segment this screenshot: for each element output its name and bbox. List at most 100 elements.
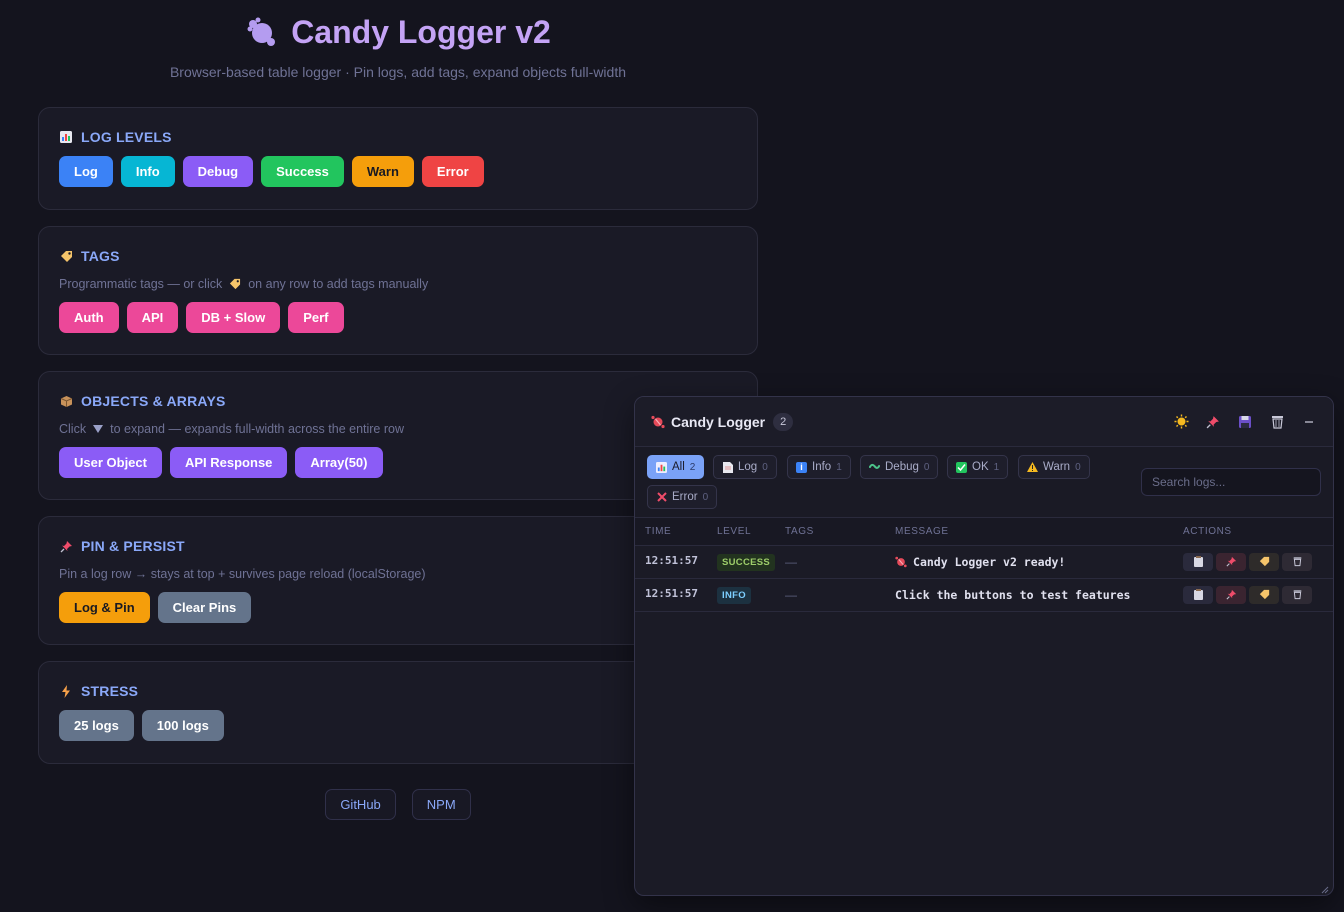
object-user-object-button[interactable]: User Object [59, 447, 162, 478]
expand-triangle-icon [90, 424, 106, 434]
pin-row-icon[interactable] [1216, 552, 1247, 571]
section-title: OBJECTS & ARRAYS [81, 393, 226, 409]
pin-log-pin-button[interactable]: Log & Pin [59, 592, 150, 623]
section-title: TAGS [81, 248, 120, 264]
delete-row-icon[interactable] [1282, 585, 1313, 604]
page-subtitle: Browser-based table logger · Pin logs, a… [169, 64, 627, 80]
level-success-button[interactable]: Success [261, 156, 344, 187]
stress-25-logs-button[interactable]: 25 logs [59, 710, 134, 741]
col-level: LEVEL [707, 518, 776, 546]
section-title: PIN & PERSIST [81, 538, 185, 554]
level-warn-button[interactable]: Warn [351, 156, 414, 187]
candy-logo-icon [245, 15, 279, 49]
filter-count: 1 [836, 461, 842, 473]
candy-icon [895, 556, 907, 568]
col-message: MESSAGE [885, 518, 1174, 546]
row-message: Candy Logger v2 ready! [885, 545, 1174, 579]
filter-label: All [672, 461, 685, 473]
tag-perf-button[interactable]: Perf [288, 302, 344, 333]
tags-heading: TAGS [59, 247, 737, 265]
resize-handle-icon[interactable] [1319, 881, 1329, 894]
row-message: Click the buttons to test features [885, 578, 1174, 612]
filter-info[interactable]: i Info 1 [787, 455, 851, 479]
save-icon[interactable] [1237, 414, 1253, 430]
cross-icon [656, 492, 667, 503]
log-count-badge: 2 [773, 412, 794, 431]
logger-toolbar [1173, 414, 1317, 430]
level-filter-bar: All 2 Log 0 i Info 1 Debug 0 OK 1 Warn 0 [635, 447, 1333, 518]
stress-100-logs-button[interactable]: 100 logs [141, 710, 224, 741]
tags-description: Programmatic tags — or click on any row … [59, 276, 737, 292]
filter-label: Debug [885, 461, 919, 473]
tag-api-button[interactable]: API [126, 302, 179, 333]
level-debug-button[interactable]: Debug [182, 156, 254, 187]
tag-row-icon[interactable] [1249, 552, 1280, 571]
filter-debug[interactable]: Debug 0 [860, 455, 939, 479]
bug-icon [869, 462, 880, 473]
logger-header[interactable]: Candy Logger 2 [635, 397, 1333, 447]
filter-count: 1 [993, 461, 1000, 473]
check-icon [956, 461, 967, 473]
pin-row-icon[interactable] [1216, 585, 1247, 604]
bar-chart-icon [656, 461, 667, 473]
desc-text: Click [59, 422, 87, 436]
object-array-50-button[interactable]: Array(50) [295, 447, 383, 478]
tag-db-slow-button[interactable]: DB + Slow [186, 302, 281, 333]
hero: Candy Logger v2 Browser-based table logg… [38, 0, 758, 81]
table-row[interactable]: 12:51:57 INFO — Click the buttons to tes… [635, 578, 1333, 612]
desc-text: to expand — expands full-width across th… [110, 422, 404, 436]
hero-title: Candy Logger v2 [38, 12, 758, 52]
level-error-button[interactable]: Error [421, 156, 484, 187]
page-icon [722, 461, 733, 473]
filter-all[interactable]: All 2 [647, 455, 705, 479]
table-row[interactable]: 12:51:57 SUCCESS — Candy Logger v2 ready… [635, 545, 1333, 579]
tag-row-icon[interactable] [1249, 585, 1280, 604]
row-time: 12:51:57 [635, 545, 707, 579]
desc-text: on any row to add tags manually [248, 277, 429, 291]
candy-icon [651, 415, 665, 429]
copy-icon[interactable] [1183, 552, 1214, 571]
row-actions [1173, 545, 1333, 579]
row-level: INFO [707, 578, 776, 612]
tag-buttons: Auth API DB + Slow Perf [59, 302, 737, 333]
log-levels-heading: LOG LEVELS [59, 128, 737, 146]
filter-label: Error [672, 491, 698, 503]
bar-chart-icon [59, 130, 73, 144]
warning-icon [1027, 462, 1038, 473]
section-title: LOG LEVELS [81, 129, 172, 145]
row-tags: — [775, 545, 886, 579]
row-level: SUCCESS [707, 545, 776, 579]
pin-clear-pins-button[interactable]: Clear Pins [157, 592, 252, 623]
level-info-button[interactable]: Info [120, 156, 175, 187]
filter-label: Warn [1043, 461, 1071, 473]
minimize-icon[interactable] [1301, 414, 1317, 430]
tags-card: TAGS Programmatic tags — or click on any… [38, 226, 758, 355]
desc-text: Programmatic tags — or click [59, 277, 223, 291]
log-table-header: TIME LEVEL TAGS MESSAGE ACTIONS [635, 518, 1333, 546]
filter-label: OK [972, 461, 989, 473]
theme-sun-icon[interactable] [1173, 414, 1189, 430]
search-input[interactable] [1141, 468, 1321, 496]
row-tags: — [775, 578, 886, 612]
filter-ok[interactable]: OK 1 [947, 455, 1009, 479]
filter-warn[interactable]: Warn 0 [1018, 455, 1090, 479]
level-log-button[interactable]: Log [59, 156, 113, 187]
tag-auth-button[interactable]: Auth [59, 302, 119, 333]
object-api-response-button[interactable]: API Response [169, 447, 288, 478]
github-link[interactable]: GitHub [325, 789, 396, 820]
lightning-icon [59, 684, 73, 698]
filter-log[interactable]: Log 0 [713, 455, 777, 479]
tag-icon [59, 249, 73, 263]
filter-count: 0 [1075, 461, 1081, 473]
clear-icon[interactable] [1269, 414, 1285, 430]
log-level-buttons: Log Info Debug Success Warn Error [59, 156, 737, 187]
row-actions [1173, 578, 1333, 612]
log-levels-card: LOG LEVELS Log Info Debug Success Warn Error [38, 107, 758, 210]
npm-link[interactable]: NPM [411, 789, 471, 820]
pin-icon[interactable] [1205, 414, 1221, 430]
filter-error[interactable]: Error 0 [647, 485, 718, 509]
filter-label: Info [812, 461, 832, 473]
copy-icon[interactable] [1183, 585, 1214, 604]
delete-row-icon[interactable] [1282, 552, 1313, 571]
tag-icon [226, 278, 244, 290]
